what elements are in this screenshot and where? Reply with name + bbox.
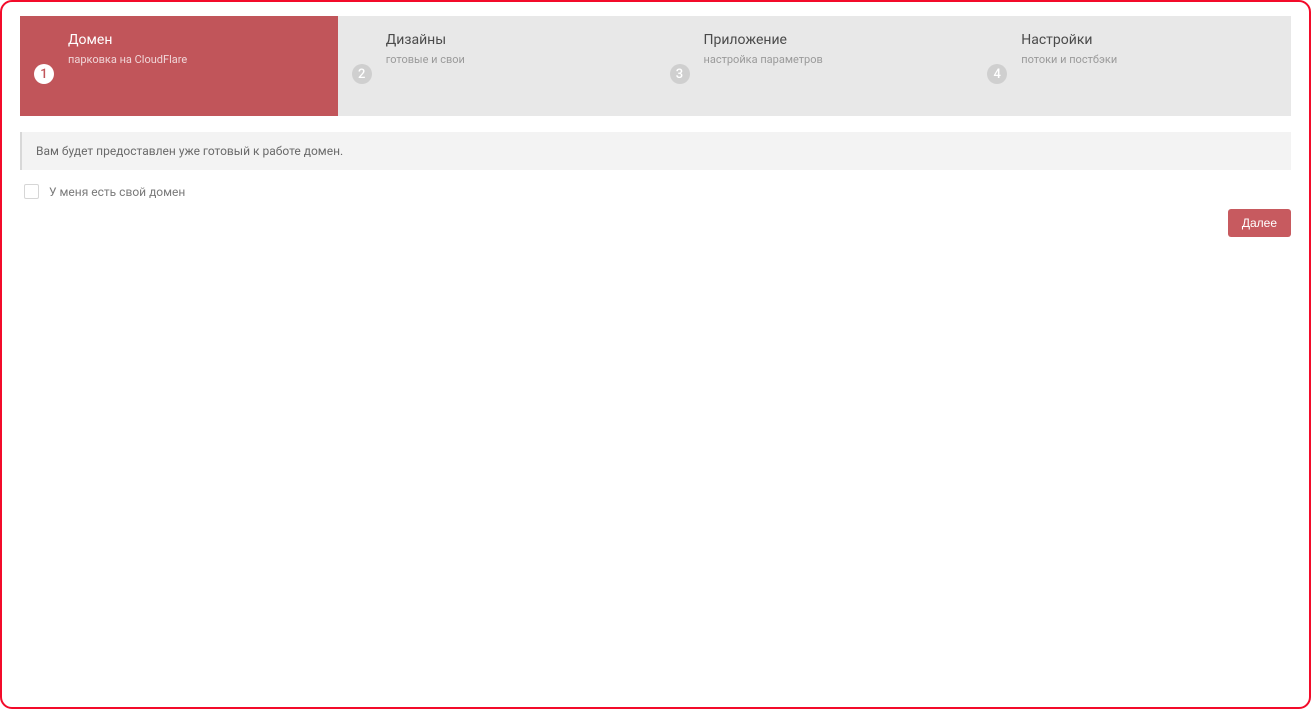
actions-row: Далее: [20, 209, 1291, 237]
own-domain-checkbox[interactable]: [24, 184, 39, 199]
step-badge: 3: [670, 64, 690, 84]
step-subtitle: парковка на CloudFlare: [68, 53, 324, 66]
step-badge: 4: [987, 64, 1007, 84]
step-title: Домен: [68, 32, 324, 49]
own-domain-row: У меня есть свой домен: [20, 184, 1291, 199]
step-designs[interactable]: Дизайны готовые и свои 2: [338, 16, 656, 116]
step-settings[interactable]: Настройки потоки и постбэки 4: [973, 16, 1291, 116]
step-badge: 1: [34, 64, 54, 84]
own-domain-label[interactable]: У меня есть свой домен: [49, 185, 185, 199]
step-subtitle: потоки и постбэки: [1021, 53, 1277, 66]
step-subtitle: настройка параметров: [704, 53, 960, 66]
wizard-frame: Домен парковка на CloudFlare 1 Дизайны г…: [0, 0, 1311, 709]
info-message: Вам будет предоставлен уже готовый к раб…: [20, 132, 1291, 170]
step-badge: 2: [352, 64, 372, 84]
wizard-steps: Домен парковка на CloudFlare 1 Дизайны г…: [20, 16, 1291, 116]
next-button[interactable]: Далее: [1228, 209, 1291, 237]
step-title: Настройки: [1021, 32, 1277, 49]
step-subtitle: готовые и свои: [386, 53, 642, 66]
step-application[interactable]: Приложение настройка параметров 3: [656, 16, 974, 116]
step-title: Приложение: [704, 32, 960, 49]
step-domain[interactable]: Домен парковка на CloudFlare 1: [20, 16, 338, 116]
step-title: Дизайны: [386, 32, 642, 49]
